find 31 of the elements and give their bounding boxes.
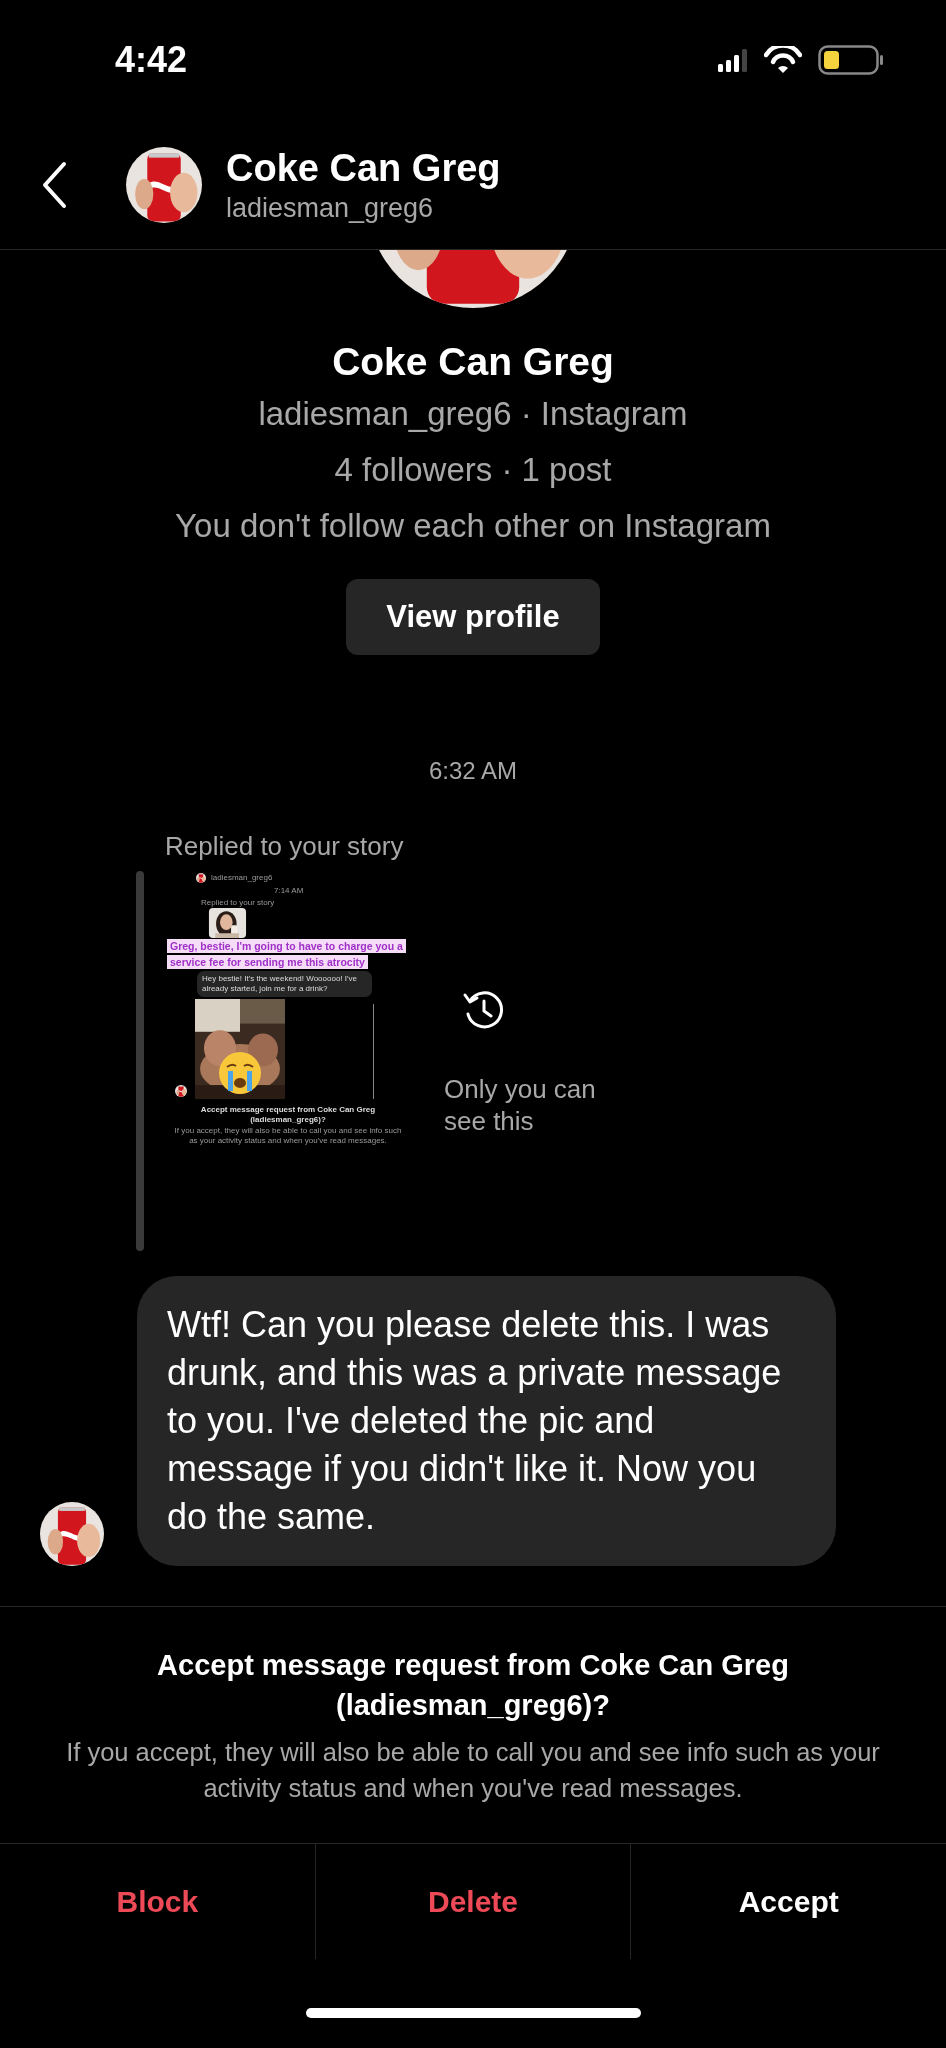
battery-icon — [818, 45, 884, 75]
signal-icon — [718, 47, 748, 73]
action-button[interactable]: Accept — [630, 1844, 946, 1959]
profile-name: Coke Can Greg — [332, 339, 614, 385]
back-button[interactable] — [40, 160, 68, 209]
time: 4:42 — [115, 38, 188, 82]
view-profile-button[interactable]: View profile — [346, 579, 600, 655]
timestamp: 6:32 AM — [427, 756, 519, 786]
action-button[interactable]: Delete — [314, 1844, 631, 1959]
crying-emoji-icon — [218, 1051, 262, 1095]
profile-stats: 4 followers · 1 post — [334, 450, 612, 490]
reply-label: Replied to your story — [165, 830, 405, 862]
reply-label: Replied to your story — [201, 898, 276, 908]
contact-username: ladiesman_greg6 — [226, 191, 435, 225]
profile-subtitle: ladiesman_greg6 · Instagram — [258, 394, 688, 434]
request-description: If you accept, they will also be able to call you and see info such as your activity status and when you've read messages. — [173, 1126, 403, 1146]
username: ladiesman_greg6 — [211, 873, 273, 883]
wifi-icon — [764, 46, 802, 74]
avatar — [196, 873, 206, 883]
privacy-note: Only you can see this — [444, 1073, 597, 1137]
timestamp: 7:14 AM — [274, 886, 305, 896]
request-title: Accept message request from Coke Can Greg (ladiesman_greg6)? — [199, 1105, 377, 1125]
message-bubble: Wtf! Can you please delete this. I was drunk, and this was a private message to you. I've deleted the pic and message if you didn't like it. Now you do the same. — [137, 1276, 836, 1566]
relationship-note: You don't follow each other on Instagram — [175, 506, 771, 546]
avatar — [175, 1085, 187, 1097]
message-bubble: Hey bestie! It's the weekend! Woooooo! I've already started, join me for a drink? — [197, 971, 372, 997]
request-description: If you accept, they will also be able to call you and see info such as your activity status and when you've read messages. — [65, 1737, 881, 1804]
request-title: Accept message request from Coke Can Greg (ladiesman_greg6)? — [156, 1648, 790, 1723]
contact-name: Coke Can Greg — [226, 145, 501, 191]
action-button[interactable]: Block — [0, 1844, 315, 1959]
back-icon — [40, 160, 68, 209]
